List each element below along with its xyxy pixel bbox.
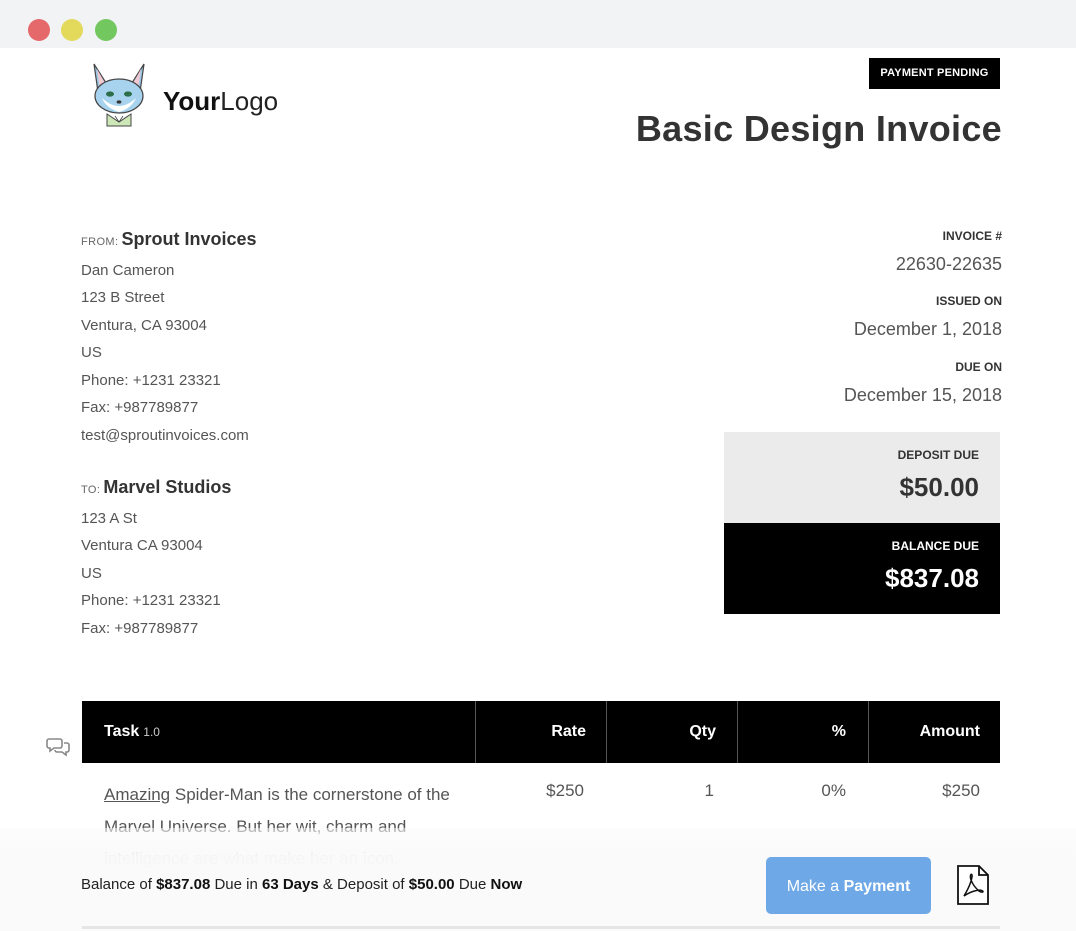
page-title: Basic Design Invoice [635, 108, 1002, 149]
to-company: Marvel Studios [103, 477, 232, 497]
task-column-header: Task 1.0 [104, 701, 160, 763]
from-line: US [81, 344, 102, 361]
due-on-label: DUE ON [955, 360, 1002, 374]
make-payment-button[interactable]: Make a Payment [766, 857, 931, 914]
to-heading: TO: Marvel Studios [81, 477, 231, 498]
footer-divider [82, 926, 1000, 929]
deposit-due-amount: $50.00 [899, 472, 979, 502]
logo-bold: Your [163, 86, 221, 116]
amount-column-header: Amount [919, 723, 980, 740]
footer-text-part: Due in [210, 876, 262, 893]
column-divider [606, 701, 607, 763]
logo-text: YourLogo [163, 86, 278, 117]
invoice-number: 22630-22635 [895, 254, 1002, 274]
close-window-button[interactable] [28, 19, 50, 41]
from-heading: FROM: Sprout Invoices [81, 229, 256, 250]
from-email[interactable]: test@sproutinvoices.com [81, 427, 249, 444]
maximize-window-button[interactable] [95, 19, 117, 41]
fox-mascot-logo-icon [88, 62, 150, 128]
task-version: 1.0 [143, 725, 160, 739]
footer-balance: $837.08 [156, 876, 211, 893]
to-label: TO: [81, 484, 101, 496]
line-item-qty: 1 [704, 781, 714, 800]
deposit-due-box: DEPOSIT DUE $50.00 [724, 432, 1000, 523]
issued-on-date: December 1, 2018 [853, 319, 1002, 339]
line-item-percent: 0% [821, 781, 846, 800]
from-line: 123 B Street [81, 289, 165, 306]
deposit-due-label: DEPOSIT DUE [897, 448, 979, 462]
balance-due-box: BALANCE DUE $837.08 [724, 523, 1000, 614]
invoice-number-label: INVOICE # [942, 229, 1002, 243]
to-line: 123 A St [81, 510, 137, 527]
footer-text-part: Balance of [81, 876, 157, 893]
percent-column-header: % [831, 723, 846, 740]
from-phone: Phone: +1231 23321 [81, 372, 221, 389]
window-titlebar [0, 0, 1076, 48]
pdf-icon[interactable] [955, 865, 991, 905]
footer-text-part: & Deposit of [318, 876, 409, 893]
footer-summary: Balance of $837.08 Due in 63 Days & Depo… [81, 876, 522, 893]
from-fax: Fax: +987789877 [81, 399, 199, 416]
footer-deposit: $50.00 [408, 876, 455, 893]
task-header-label: Task [104, 723, 140, 740]
column-divider [737, 701, 738, 763]
from-label: FROM: [81, 236, 119, 248]
due-on-date: December 15, 2018 [843, 385, 1002, 405]
footer-days: 63 Days [262, 876, 319, 893]
issued-on-label: ISSUED ON [935, 294, 1002, 308]
pay-button-bold: Payment [843, 878, 911, 895]
line-items-header: Task 1.0 Rate Qty % Amount [82, 701, 1000, 763]
from-line: Ventura, CA 93004 [81, 317, 207, 334]
to-phone: Phone: +1231 23321 [81, 592, 221, 609]
to-fax: Fax: +987789877 [81, 620, 199, 637]
logo-light: Logo [220, 86, 279, 116]
from-line: Dan Cameron [81, 262, 175, 279]
rate-column-header: Rate [551, 723, 586, 740]
footer-now: Now [490, 876, 523, 893]
line-item-amount: $250 [942, 781, 980, 800]
line-item-rate: $250 [546, 781, 584, 800]
footer-text-part: Due [454, 876, 491, 893]
pay-button-prefix: Make a [786, 878, 840, 895]
minimize-window-button[interactable] [61, 19, 83, 41]
line-item-link[interactable]: Amazing [104, 785, 170, 804]
to-line: Ventura CA 93004 [81, 537, 203, 554]
qty-column-header: Qty [689, 723, 716, 740]
chat-bubbles-icon[interactable] [46, 736, 70, 758]
balance-due-amount: $837.08 [885, 563, 979, 593]
balance-due-label: BALANCE DUE [891, 539, 979, 553]
status-badge: PAYMENT PENDING [869, 58, 1000, 89]
column-divider [868, 701, 869, 763]
to-line: US [81, 565, 102, 582]
from-company: Sprout Invoices [121, 229, 257, 249]
column-divider [475, 701, 476, 763]
